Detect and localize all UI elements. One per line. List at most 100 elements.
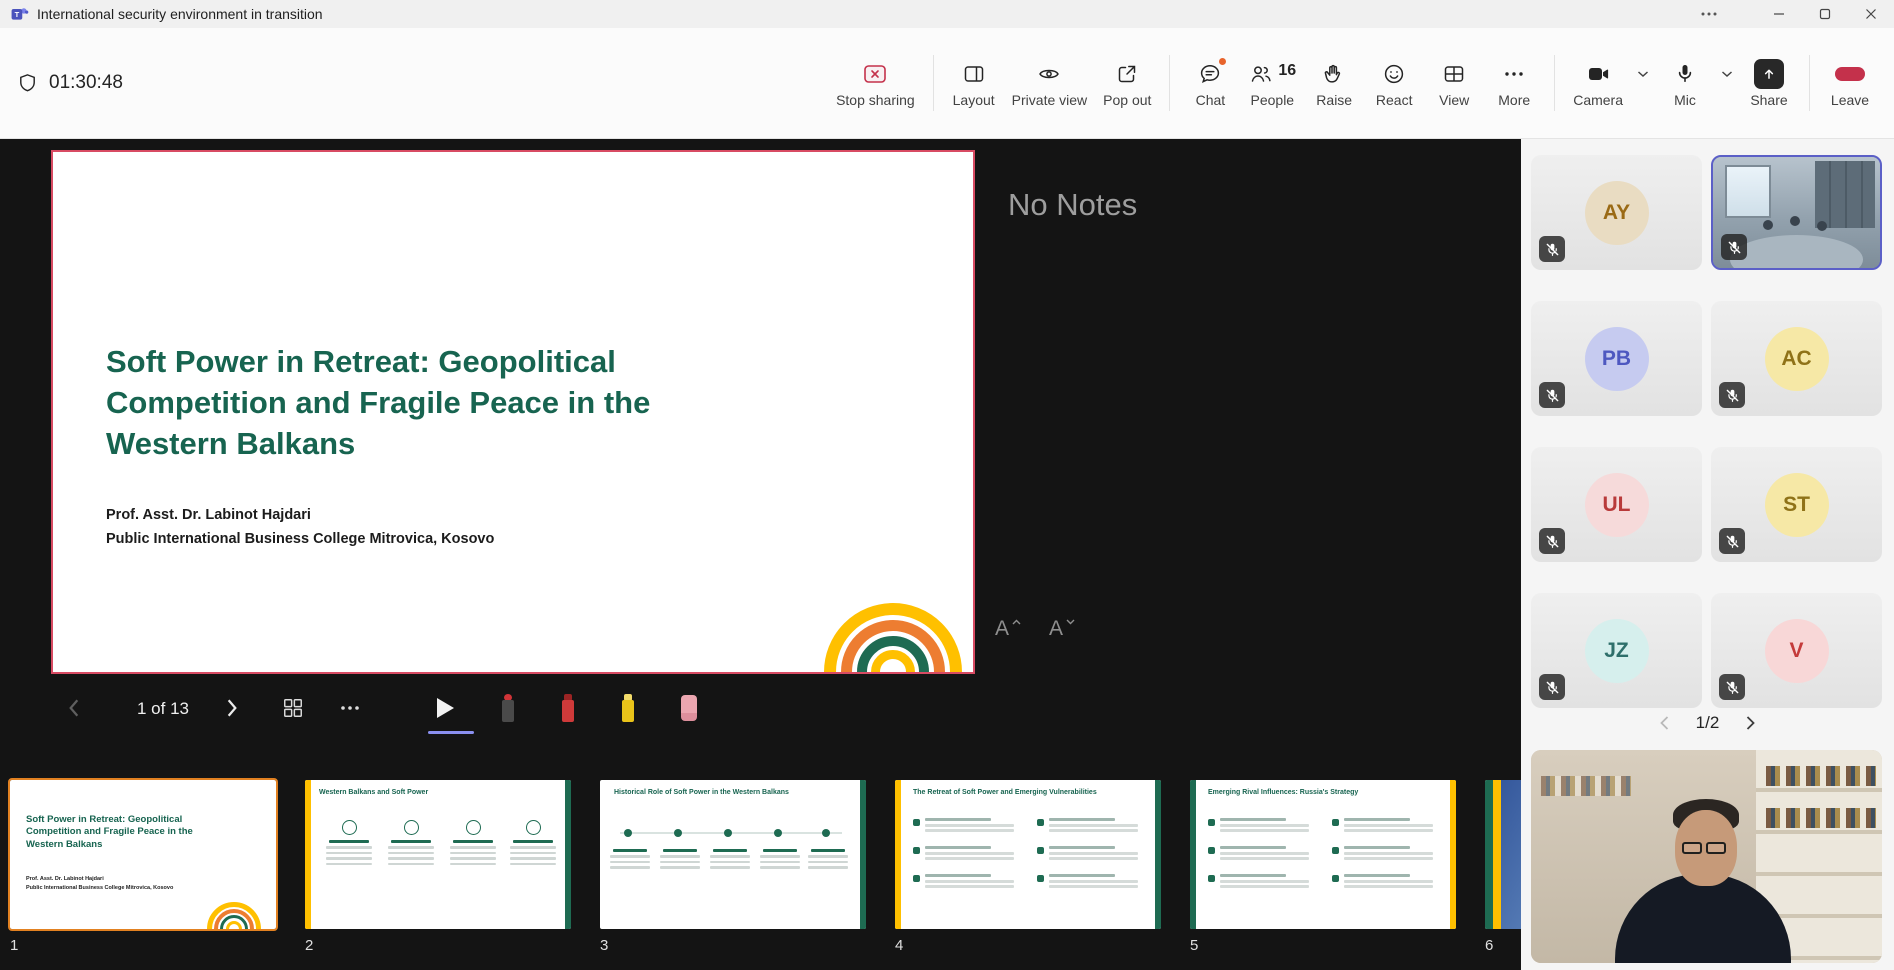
highlighter-icon: [620, 694, 636, 722]
teams-meeting-window: T International security environment in …: [0, 0, 1894, 970]
slide-thumbnail-6-number: 6: [1485, 937, 1521, 954]
mic-muted-icon: [1539, 528, 1565, 554]
participant-tile-jz[interactable]: JZ: [1531, 593, 1702, 708]
slide-thumbnail-5-number: 5: [1190, 937, 1456, 954]
slide-title: Soft Power in Retreat: Geopolitical Comp…: [106, 342, 654, 465]
participant-tile-st[interactable]: ST: [1711, 447, 1882, 562]
slide-thumbnail-3[interactable]: Historical Role of Soft Power in the Wes…: [600, 780, 866, 929]
camera-options-chevron-icon[interactable]: [1631, 59, 1655, 89]
raise-hand-button[interactable]: Raise: [1304, 59, 1364, 108]
notes-font-increase-button[interactable]: A: [995, 617, 1021, 641]
notes-font-decrease-button[interactable]: A: [1049, 617, 1075, 641]
pen-tool-button[interactable]: [560, 691, 576, 725]
eraser-tool-button[interactable]: [681, 691, 697, 725]
leave-button[interactable]: Leave: [1820, 59, 1880, 108]
grid-view-icon[interactable]: [282, 691, 304, 725]
toolbar-divider: [1169, 55, 1170, 111]
avatar: UL: [1585, 473, 1649, 537]
people-icon: [1248, 59, 1274, 89]
private-view-button[interactable]: Private view: [1004, 59, 1095, 108]
camera-button[interactable]: Camera: [1565, 59, 1631, 108]
smiley-icon: [1381, 59, 1407, 89]
rainbow-arcs-mini: [206, 901, 262, 929]
participant-tile-pb[interactable]: PB: [1531, 301, 1702, 416]
laser-pointer-tool-button[interactable]: [500, 691, 516, 725]
minimize-button[interactable]: [1756, 0, 1802, 28]
pop-out-button[interactable]: Pop out: [1095, 59, 1159, 108]
mic-button[interactable]: Mic: [1655, 59, 1715, 108]
people-button[interactable]: 16 People: [1240, 59, 1304, 108]
participants-pager: 1/2: [1521, 713, 1894, 733]
view-grid-icon: [1441, 59, 1467, 89]
slide-thumbnail-1-wrap: Soft Power in Retreat: Geopolitical Comp…: [10, 780, 276, 954]
share-icon: [1754, 59, 1784, 89]
shield-icon: [16, 72, 39, 95]
avatar: JZ: [1585, 619, 1649, 683]
camera-icon: [1585, 59, 1612, 89]
chat-icon: [1197, 59, 1223, 89]
chat-button[interactable]: Chat: [1180, 59, 1240, 108]
mic-muted-icon: [1719, 382, 1745, 408]
participant-tile-room-video[interactable]: [1711, 155, 1882, 270]
raise-hand-icon: [1321, 59, 1347, 89]
red-pen-icon: [560, 694, 576, 722]
titlebar-more-icon[interactable]: [1686, 0, 1732, 28]
layout-icon: [961, 59, 987, 89]
meeting-timer: 01:30:48: [16, 72, 123, 95]
react-button[interactable]: React: [1364, 59, 1424, 108]
slide-thumbnail-2[interactable]: Western Balkans and Soft Power: [305, 780, 571, 929]
slide-thumbnail-1[interactable]: Soft Power in Retreat: Geopolitical Comp…: [10, 780, 276, 929]
slide-thumbnail-2-wrap: Western Balkans and Soft Power 2: [305, 780, 571, 954]
pager-next-chevron-icon[interactable]: [1745, 715, 1756, 731]
close-button[interactable]: [1848, 0, 1894, 28]
slide-thumbnail-1-number: 1: [10, 937, 276, 954]
share-button[interactable]: Share: [1739, 59, 1799, 108]
slide-thumbnail-6[interactable]: [1485, 780, 1521, 929]
window-titlebar: T International security environment in …: [0, 0, 1894, 28]
mic-options-chevron-icon[interactable]: [1715, 59, 1739, 89]
next-slide-chevron-icon[interactable]: [224, 691, 240, 725]
slide-more-options-icon[interactable]: [340, 691, 360, 725]
mic-muted-icon: [1539, 236, 1565, 262]
toolbar-divider: [933, 55, 934, 111]
participant-count: 16: [1278, 63, 1296, 79]
participant-tiles-grid: AY: [1531, 155, 1882, 708]
participant-tile-ay[interactable]: AY: [1531, 155, 1702, 270]
previous-slide-chevron-icon[interactable]: [66, 691, 82, 725]
avatar: PB: [1585, 327, 1649, 391]
presenter-video-tile[interactable]: [1531, 750, 1882, 963]
maximize-button[interactable]: [1802, 0, 1848, 28]
presenter-glasses: [1682, 842, 1726, 854]
slide-thumbnail-5-wrap: Emerging Rival Influences: Russia's Stra…: [1190, 780, 1456, 954]
stop-sharing-button[interactable]: Stop sharing: [828, 59, 923, 108]
svg-text:T: T: [15, 9, 20, 18]
slide-author: Prof. Asst. Dr. Labinot Hajdari: [106, 507, 311, 523]
meeting-toolbar: 01:30:48 Stop sharing L: [0, 28, 1894, 139]
mic-muted-icon: [1719, 528, 1745, 554]
avatar: AC: [1765, 327, 1829, 391]
mic-icon: [1673, 59, 1697, 89]
layout-button[interactable]: Layout: [944, 59, 1004, 108]
highlighter-tool-button[interactable]: [620, 691, 636, 725]
notes-empty-label: No Notes: [1008, 187, 1137, 223]
toolbar-actions: Stop sharing Layout Private view: [828, 55, 1894, 111]
eraser-icon: [681, 695, 697, 721]
laser-pointer-icon: [500, 694, 516, 722]
slide-filmstrip: Soft Power in Retreat: Geopolitical Comp…: [0, 780, 1521, 954]
slide-thumbnail-4[interactable]: The Retreat of Soft Power and Emerging V…: [895, 780, 1161, 929]
participants-panel: AY: [1521, 139, 1894, 970]
pointer-tool-button[interactable]: [437, 691, 454, 725]
view-button[interactable]: View: [1424, 59, 1484, 108]
participant-tile-v[interactable]: V: [1711, 593, 1882, 708]
participant-tile-ul[interactable]: UL: [1531, 447, 1702, 562]
participant-tile-ac[interactable]: AC: [1711, 301, 1882, 416]
pager-page-indicator: 1/2: [1696, 713, 1720, 733]
slide-thumbnail-5[interactable]: Emerging Rival Influences: Russia's Stra…: [1190, 780, 1456, 929]
mic-muted-icon: [1719, 674, 1745, 700]
more-dots-icon: [1504, 59, 1524, 89]
active-tool-indicator: [428, 731, 474, 734]
more-button[interactable]: More: [1484, 59, 1544, 108]
pager-previous-chevron-icon[interactable]: [1659, 715, 1670, 731]
slide-6-image: [1501, 780, 1521, 929]
slide-page-indicator: 1 of 13: [113, 699, 213, 719]
